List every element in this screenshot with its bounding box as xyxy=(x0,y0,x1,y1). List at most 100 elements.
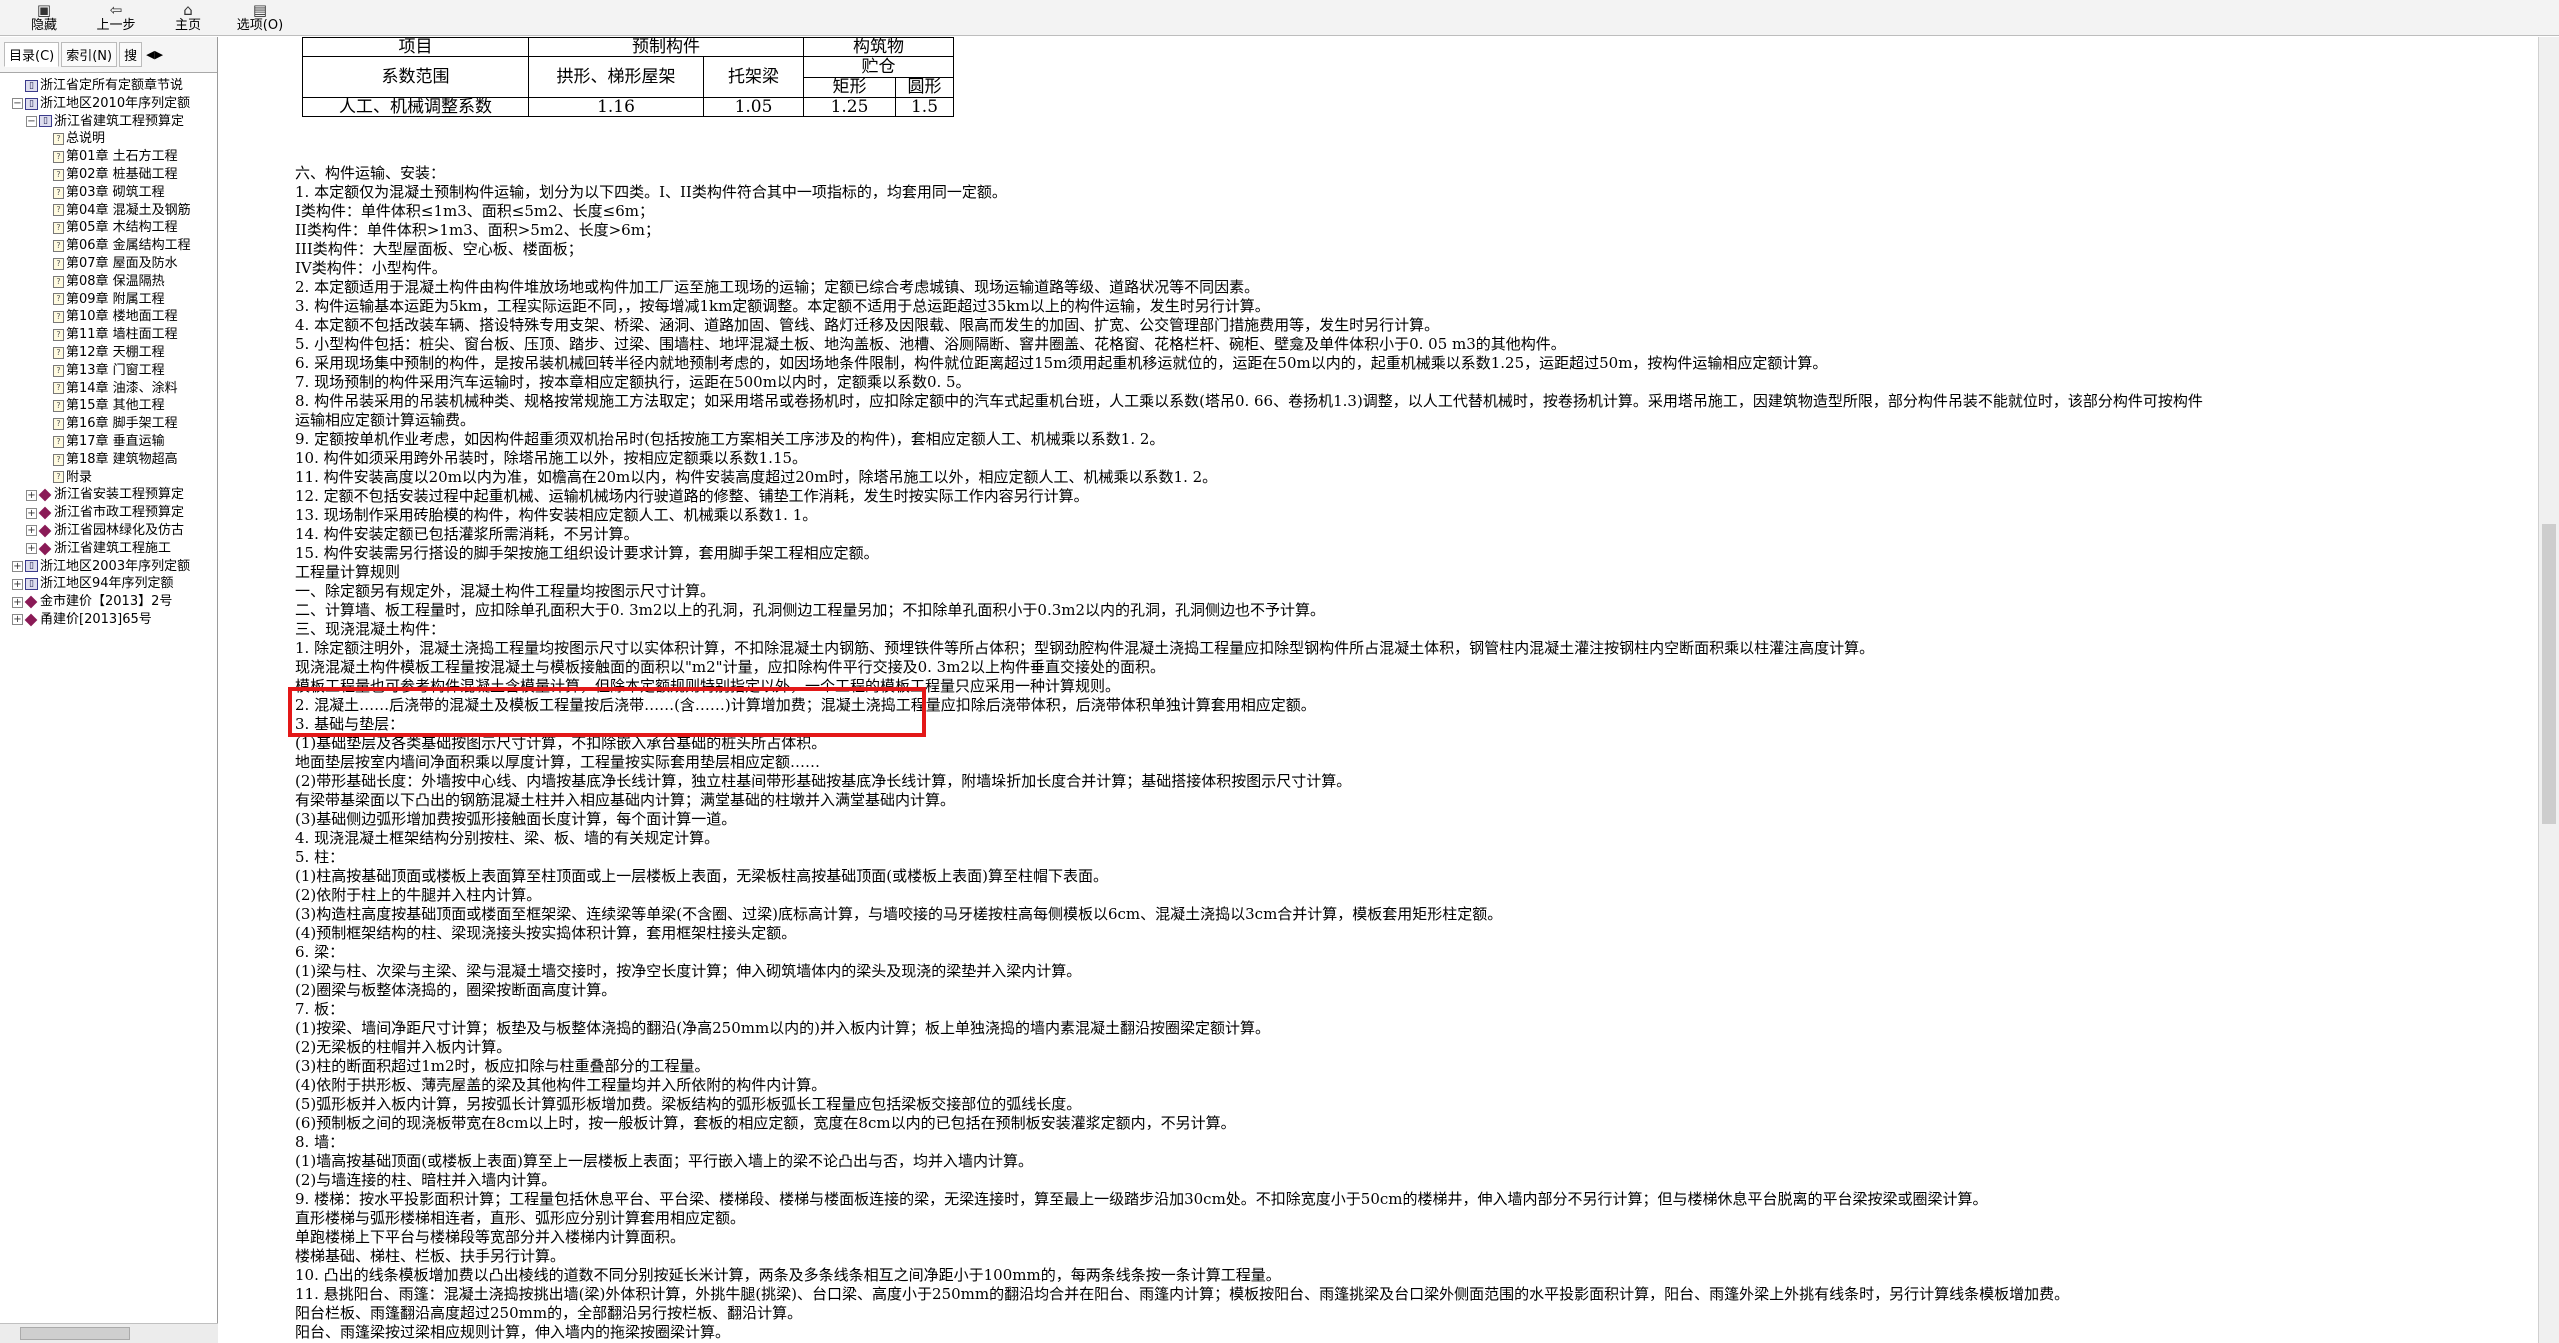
expand-icon[interactable]: + xyxy=(26,543,37,555)
tree-item[interactable]: + 甬建价[2013]65号 xyxy=(0,611,217,629)
tree-item[interactable]: ? 第02章 桩基础工程 xyxy=(0,166,217,184)
text-line: (1)按梁、墙间净距尺寸计算；板垫及与板整体浇捣的翻沿(净高250mm以内的)并… xyxy=(295,1019,1271,1037)
tree-item[interactable]: ▯ 浙江省定所有定额章节说 xyxy=(0,77,217,95)
tree-item[interactable]: ? 第13章 门窗工程 xyxy=(0,362,217,380)
tab-contents[interactable]: 目录(C) xyxy=(4,42,60,67)
tree-item[interactable]: + 浙江省园林绿化及仿古 xyxy=(0,522,217,540)
help-page-icon: ? xyxy=(53,204,64,217)
tree-item[interactable]: + 浙江省建筑工程施工 xyxy=(0,540,217,558)
tree-item[interactable]: ? 第16章 脚手架工程 xyxy=(0,415,217,433)
tab-scroll-arrows[interactable]: ◀▶ xyxy=(146,48,163,61)
expand-icon[interactable]: + xyxy=(12,560,23,572)
expand-icon[interactable]: + xyxy=(26,489,37,501)
toolbar-button-label: 上一步 xyxy=(96,18,136,33)
text-line: 7. 现场预制的构件采用汽车运输时，按本章相应定额执行，运距在500m以内时，定… xyxy=(295,373,971,391)
tree-item[interactable]: ? 附录 xyxy=(0,469,217,487)
tree-item-label: 总说明 xyxy=(66,131,106,147)
text-line: (4)依附于拱形板、薄壳屋盖的梁及其他构件工程量均并入所依附的构件内计算。 xyxy=(295,1076,827,1094)
tree-item-label: 甬建价[2013]65号 xyxy=(40,611,152,627)
tree-item[interactable]: ? 第05章 木结构工程 xyxy=(0,219,217,237)
tree-item-label: 第18章 建筑物超高 xyxy=(66,451,178,467)
tree-item[interactable]: + 浙江省安装工程预算定 xyxy=(0,486,217,504)
tree-item[interactable]: ? 第11章 墙柱面工程 xyxy=(0,326,217,344)
tree-item-label: 第01章 土石方工程 xyxy=(66,149,178,165)
tree-item[interactable]: ? 第14章 油漆、涂料 xyxy=(0,380,217,398)
tree-item-label: 浙江省园林绿化及仿古 xyxy=(54,522,185,538)
text-line: (3)构造柱高度按基础顶面或楼面至框架梁、连续梁等单梁(不含圈、过梁)底标高计算… xyxy=(295,905,1503,923)
tree-horizontal-scrollbar[interactable] xyxy=(0,1323,218,1343)
expand-icon[interactable]: + xyxy=(26,507,37,519)
tree-item[interactable]: + ▯ 浙江地区94年序列定额 xyxy=(0,575,217,593)
help-page-icon: ? xyxy=(53,275,64,288)
text-line: (2)无梁板的柱帽并入板内计算。 xyxy=(295,1038,512,1056)
home-button[interactable]: ⌂ 主页 xyxy=(152,0,224,35)
text-line: 4. 现浇混凝土框架结构分别按柱、梁、板、墙的有关规定计算。 xyxy=(295,829,720,847)
tree-item[interactable]: − ▯ 浙江地区2010年序列定额 xyxy=(0,95,217,113)
tree-item[interactable]: ? 第09章 附属工程 xyxy=(0,291,217,309)
content-vertical-scrollbar[interactable] xyxy=(2538,37,2559,1343)
expand-icon[interactable]: + xyxy=(26,525,37,537)
text-line: 6. 梁： xyxy=(295,943,345,961)
text-line: 楼梯基础、梯柱、栏板、扶手另行计算。 xyxy=(295,1247,566,1265)
hide-button[interactable]: ▣ 隐藏 xyxy=(8,0,80,35)
tree-item[interactable]: − ▯ 浙江省建筑工程预算定 xyxy=(0,113,217,131)
table-header-structure: 构筑物 xyxy=(803,37,954,57)
text-line: 7. 板： xyxy=(295,1000,345,1018)
document-content: 项目 预制构件 构筑物 系数范围 拱形、梯形屋架 托架梁 贮仓 矩形 圆形 人工… xyxy=(230,37,2538,1343)
tree-item[interactable]: ? 第06章 金属结构工程 xyxy=(0,237,217,255)
expand-icon[interactable]: + xyxy=(12,614,23,626)
text-line: (1)梁与柱、次梁与主梁、梁与混凝土墙交接时，按净空长度计算；伸入砌筑墙体内的梁… xyxy=(295,962,1082,980)
tree-item-label: 浙江地区2003年序列定额 xyxy=(40,558,191,574)
text-line: 地面垫层按室内墙间净面积乘以厚度计算，工程量按实际套用垫层相应定额…… xyxy=(295,753,821,771)
back-button[interactable]: ⇦ 上一步 xyxy=(80,0,152,35)
home-icon: ⌂ xyxy=(183,1,193,19)
help-page-icon: ? xyxy=(53,293,64,306)
tab-search[interactable]: 搜 xyxy=(119,42,143,67)
collapse-icon[interactable]: − xyxy=(26,115,37,127)
tree-item[interactable]: ? 第07章 屋面及防水 xyxy=(0,255,217,273)
text-line: (6)预制板之间的现浇板带宽在8cm以上时，按一般板计算，套板的相应定额，宽度在… xyxy=(295,1114,1236,1132)
tree-item[interactable]: ? 第10章 楼地面工程 xyxy=(0,308,217,326)
tree-item-label: 第02章 桩基础工程 xyxy=(66,166,178,182)
text-line: 4. 本定额不包括改装车辆、搭设特殊专用支架、桥梁、涵洞、道路加固、管线、路灯迁… xyxy=(295,316,1440,334)
collapse-icon[interactable]: − xyxy=(12,98,23,110)
tree-item[interactable]: ? 第17章 垂直运输 xyxy=(0,433,217,451)
help-page-icon: ? xyxy=(53,151,64,164)
text-line: (2)与墙连接的柱、暗柱并入墙内计算。 xyxy=(295,1171,557,1189)
tree-item[interactable]: ? 第12章 天棚工程 xyxy=(0,344,217,362)
help-page-icon: ? xyxy=(53,364,64,377)
tab-index[interactable]: 索引(N) xyxy=(61,42,118,67)
tree-item[interactable]: ? 第08章 保温隔热 xyxy=(0,273,217,291)
help-page-icon: ? xyxy=(53,222,64,235)
document-text: 六、构件运输、安装： 1. 本定额仅为混凝土预制构件运输，划分为以下四类。I、II… xyxy=(295,164,2538,1343)
tree-item[interactable]: + ▯ 浙江地区2003年序列定额 xyxy=(0,558,217,576)
tree-item[interactable]: ? 第01章 土石方工程 xyxy=(0,148,217,166)
diamond-book-icon xyxy=(24,613,38,627)
tree-item[interactable]: ? 总说明 xyxy=(0,130,217,148)
tree-item-label: 第05章 木结构工程 xyxy=(66,220,178,236)
text-line: 11. 构件安装高度以20m以内为准，如檐高在20m以内，构件安装高度超过20m… xyxy=(295,468,1218,486)
tree-item[interactable]: + 金市建价【2013】2号 xyxy=(0,593,217,611)
toolbar-button-label: 主页 xyxy=(174,18,201,33)
scrollbar-thumb[interactable] xyxy=(2542,524,2556,824)
tree-item[interactable]: ? 第04章 混凝土及钢筋 xyxy=(0,202,217,220)
text-line: (3)基础侧边弧形增加费按弧形接触面长度计算，每个面计算一道。 xyxy=(295,810,737,828)
tree-item[interactable]: ? 第03章 砌筑工程 xyxy=(0,184,217,202)
table-header-beam: 托架梁 xyxy=(703,56,804,98)
tree-item[interactable]: ? 第15章 其他工程 xyxy=(0,397,217,415)
expand-icon[interactable]: + xyxy=(12,596,23,608)
text-line: 1. 本定额仅为混凝土预制构件运输，划分为以下四类。I、II类构件符合其中一项指… xyxy=(295,183,1007,201)
text-line: I类构件：单件体积≤1m3、面积≤5m2、长度≤6m； xyxy=(295,202,655,220)
tree-item-label: 浙江省安装工程预算定 xyxy=(54,487,185,503)
tree-item[interactable]: ? 第18章 建筑物超高 xyxy=(0,451,217,469)
red-highlight-box xyxy=(288,687,926,737)
tree-item[interactable]: + 浙江省市政工程预算定 xyxy=(0,504,217,522)
tree-item-label: 第06章 金属结构工程 xyxy=(66,238,191,254)
options-button[interactable]: ▤ 选项(O) xyxy=(224,0,296,35)
book-icon: ▯ xyxy=(25,560,38,573)
nav-tabs: 目录(C) 索引(N) 搜 ◀▶ xyxy=(0,37,217,73)
help-page-icon: ? xyxy=(53,435,64,448)
scrollbar-thumb[interactable] xyxy=(20,1327,130,1340)
expand-icon[interactable]: + xyxy=(12,578,23,590)
table-cell: 1.25 xyxy=(803,97,896,117)
